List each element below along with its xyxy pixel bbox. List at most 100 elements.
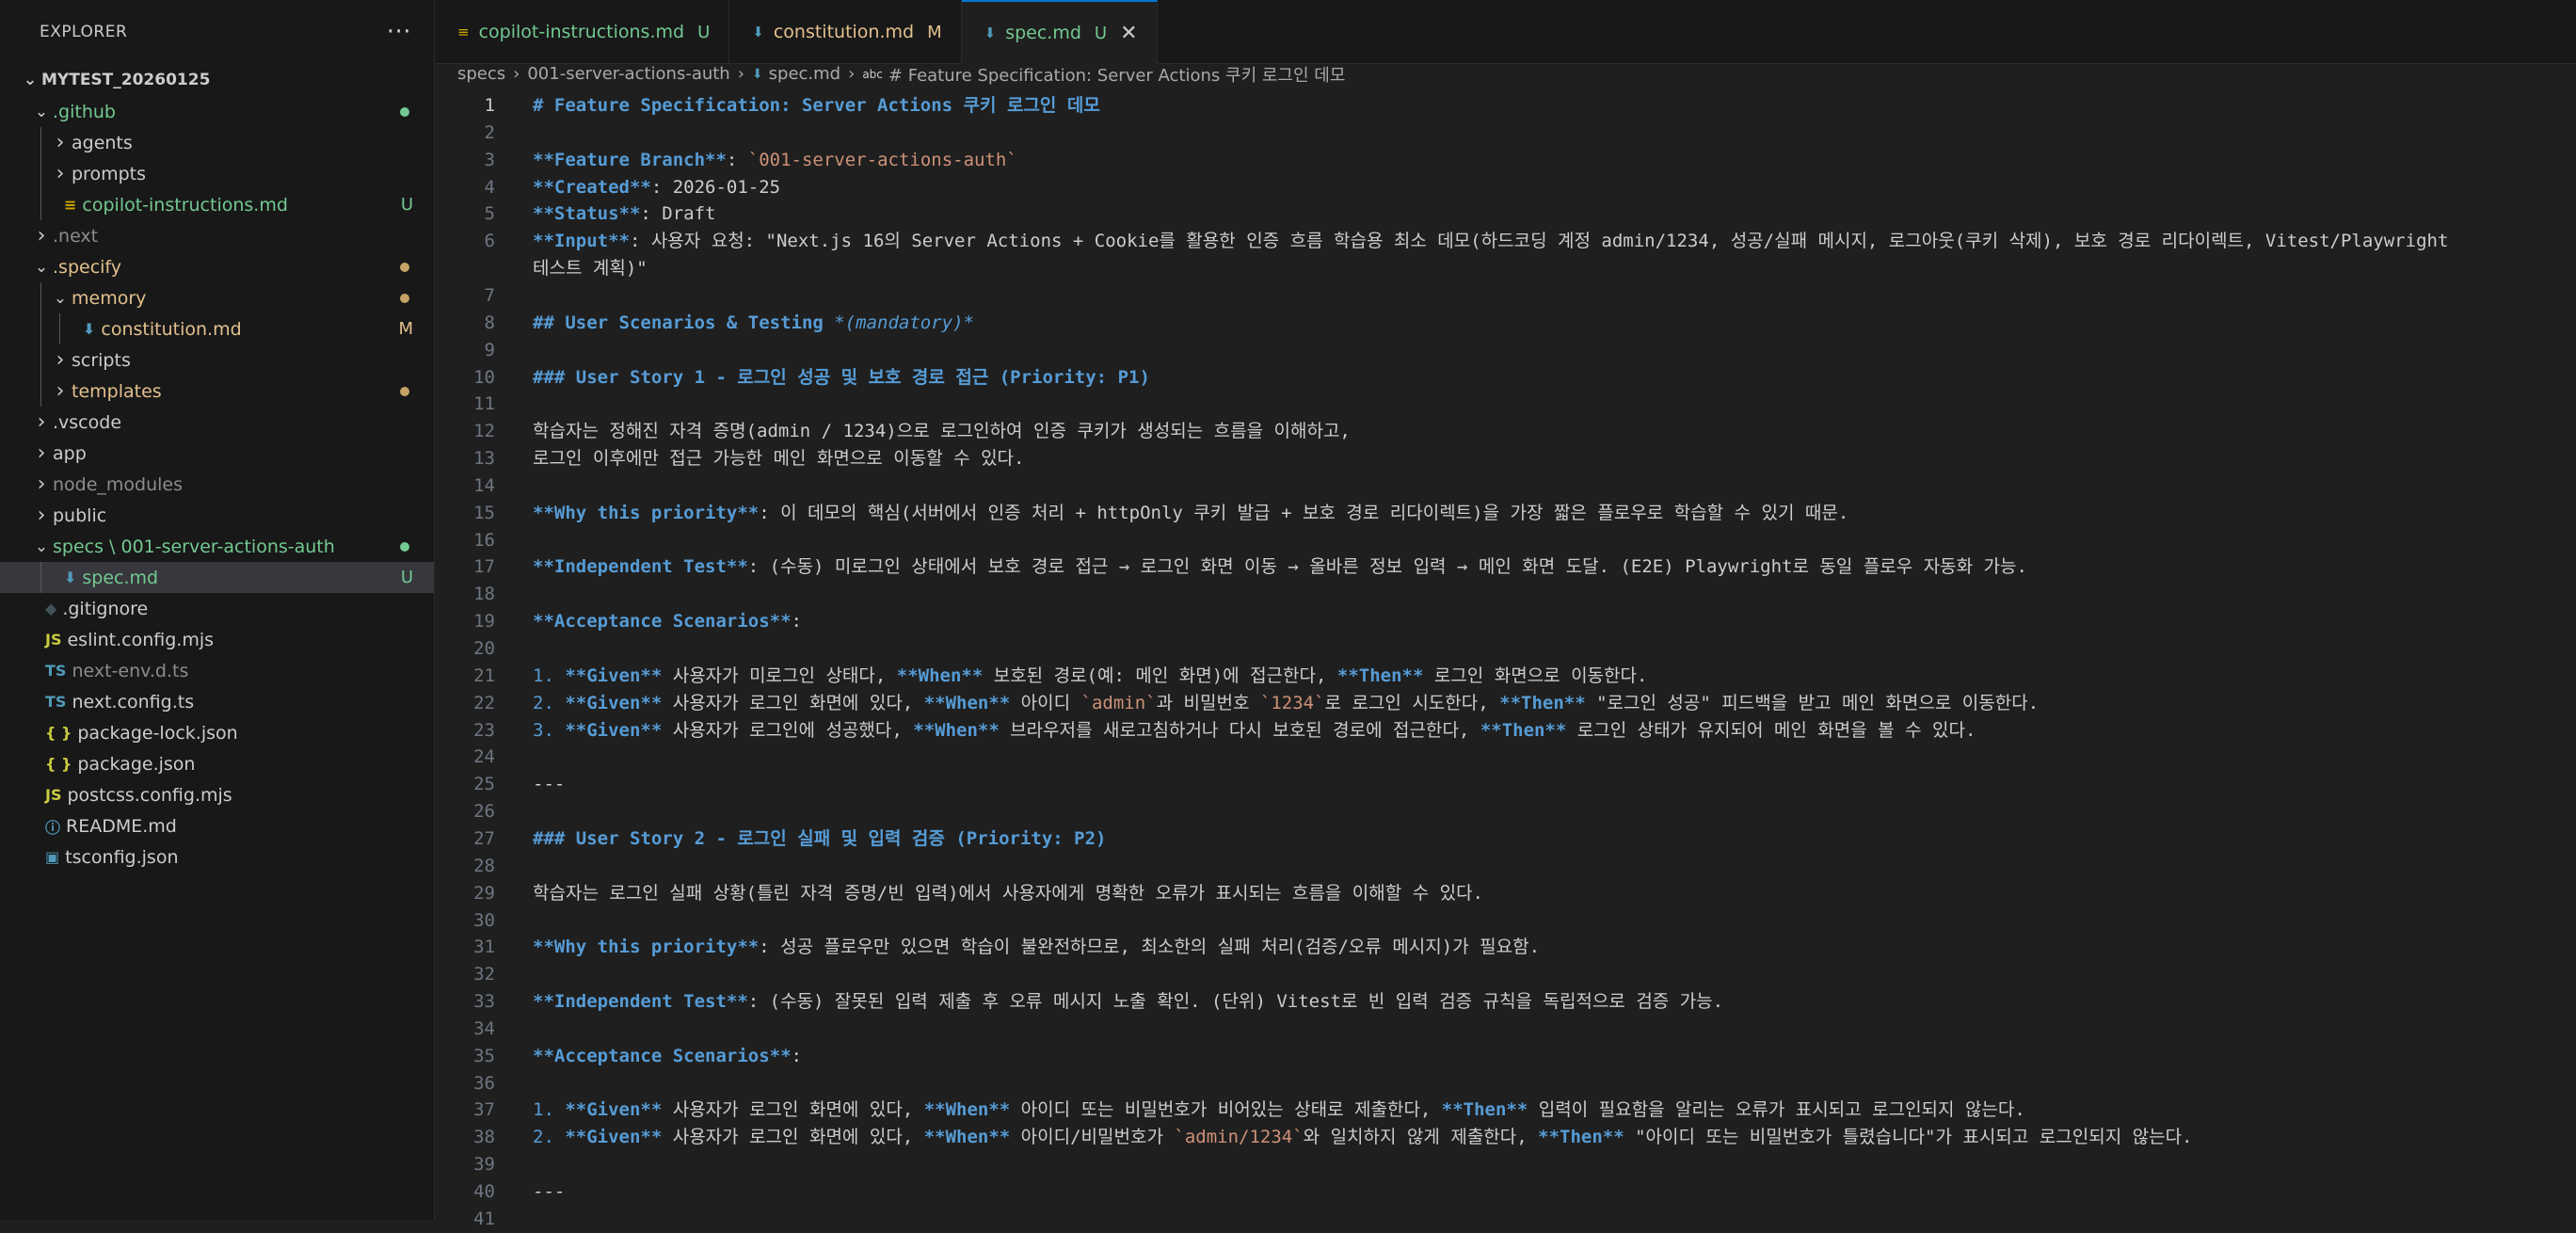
tab-spec-md[interactable]: ⬇ spec.md U ✕	[961, 0, 1158, 64]
tree-item[interactable]: TS next.config.ts	[0, 686, 434, 717]
git-status-dot	[400, 262, 409, 272]
code-token: 아이디 또는 비밀번호가 비어있는 상태로 제출한다,	[1010, 1099, 1442, 1121]
code-token: :	[726, 149, 748, 170]
code-line[interactable]: 29 학습자는 로그인 실패 상황(틀린 자격 증명/빈 입력)에서 사용자에게 …	[435, 880, 2576, 907]
code-line[interactable]: 23 3. **Given** 사용자가 로그인에 성공했다, **When** …	[435, 717, 2576, 745]
tree-item[interactable]: ⓘ README.md	[0, 810, 434, 841]
markdown-arrow-icon: ⬇	[752, 24, 764, 40]
tree-item-label: public	[53, 504, 107, 526]
tree-item[interactable]: { } package.json	[0, 748, 434, 779]
tab-constitution-md[interactable]: ⬇ constitution.md M	[729, 0, 962, 64]
breadcrumb-item[interactable]: # Feature Specification: Server Actions …	[888, 62, 1345, 87]
code-line[interactable]: 41	[435, 1206, 2576, 1233]
code-line[interactable]: 9	[435, 337, 2576, 364]
code-line[interactable]: 14	[435, 472, 2576, 500]
breadcrumb-item[interactable]: 001-server-actions-auth	[527, 64, 729, 84]
tab-copilot-instructions-md[interactable]: ≡ copilot-instructions.md U	[435, 0, 730, 64]
code-line[interactable]: 31 **Why this priority**: 성공 플로우만 있으면 학습이…	[435, 934, 2576, 961]
code-line[interactable]: 15 **Why this priority**: 이 데모의 핵심(서버에서 인…	[435, 500, 2576, 527]
tree-item[interactable]: ⌄ memory	[0, 282, 434, 313]
workspace-folder[interactable]: ⌄ MYTEST_20260125	[0, 64, 434, 96]
code-line[interactable]: 테스트 계획)"	[435, 255, 2576, 282]
line-number: 13	[473, 448, 495, 470]
code-line[interactable]: 13 로그인 이후에만 접근 가능한 메인 화면으로 이동할 수 있다.	[435, 445, 2576, 472]
tree-item[interactable]: › public	[0, 500, 434, 531]
code-line[interactable]: 19 **Acceptance Scenarios**:	[435, 608, 2576, 635]
code-line[interactable]: 30	[435, 907, 2576, 935]
tree-item[interactable]: › .next	[0, 220, 434, 251]
code-line[interactable]: 8 ## User Scenarios & Testing *(mandatory…	[435, 310, 2576, 337]
code-line[interactable]: 32	[435, 961, 2576, 988]
tree-item[interactable]: › .vscode	[0, 407, 434, 438]
code-line[interactable]: 22 2. **Given** 사용자가 로그인 화면에 있다, **When**…	[435, 690, 2576, 717]
code-line[interactable]: 36	[435, 1070, 2576, 1097]
code-line[interactable]: 25 ---	[435, 771, 2576, 798]
code-line[interactable]: 27 ### User Story 2 - 로그인 실패 및 입력 검증 (Pri…	[435, 825, 2576, 853]
tree-item-label: app	[53, 442, 87, 464]
code-line[interactable]: 5 **Status**: Draft	[435, 200, 2576, 228]
tree-item[interactable]: ◆ .gitignore	[0, 593, 434, 624]
code-line[interactable]: 12 학습자는 정해진 자격 증명(admin / 1234)으로 로그인하여 인…	[435, 418, 2576, 445]
code-line[interactable]: 7	[435, 282, 2576, 310]
tree-item[interactable]: JS postcss.config.mjs	[0, 779, 434, 810]
line-number: 41	[473, 1208, 495, 1229]
code-line[interactable]: 39	[435, 1151, 2576, 1178]
tree-item[interactable]: ⌄ specs \ 001-server-actions-auth	[0, 531, 434, 562]
code-line[interactable]: 16	[435, 527, 2576, 554]
tree-item[interactable]: JS eslint.config.mjs	[0, 624, 434, 655]
code-line[interactable]: 33 **Independent Test**: (수동) 잘못된 입력 제출 후…	[435, 988, 2576, 1016]
code-line[interactable]: 26	[435, 798, 2576, 825]
breadcrumb-item[interactable]: specs	[457, 64, 505, 84]
code-line[interactable]: 24	[435, 744, 2576, 771]
line-text: ## User Scenarios & Testing *(mandatory)…	[533, 310, 974, 337]
tree-item[interactable]: › prompts	[0, 158, 434, 189]
code-line[interactable]: 3 **Feature Branch**: `001-server-actions…	[435, 147, 2576, 174]
code-token: **Independent Test**	[533, 556, 748, 578]
more-actions-icon[interactable]: ···	[387, 18, 411, 46]
code-line[interactable]: 2	[435, 120, 2576, 147]
typescript-icon: TS	[45, 693, 67, 711]
tree-item[interactable]: › node_modules	[0, 469, 434, 500]
tree-item[interactable]: › app	[0, 438, 434, 469]
tree-item[interactable]: { } package-lock.json	[0, 717, 434, 748]
tree-item[interactable]: › agents	[0, 127, 434, 158]
code-line[interactable]: 34	[435, 1016, 2576, 1043]
code-line[interactable]: 4 **Created**: 2026-01-25	[435, 174, 2576, 201]
code-line[interactable]: 11	[435, 391, 2576, 418]
code-line[interactable]: 28	[435, 853, 2576, 880]
code-line[interactable]: 20	[435, 635, 2576, 663]
code-token: **Why this priority**	[533, 502, 760, 523]
tree-item[interactable]: ⬇ spec.md U	[0, 562, 434, 593]
symbol-string-icon: abc	[862, 67, 883, 81]
tree-item[interactable]: ≡ copilot-instructions.md U	[0, 189, 434, 220]
code-token: **Created**	[533, 176, 651, 198]
code-line[interactable]: 40 ---	[435, 1178, 2576, 1206]
code-line[interactable]: 6 **Input**: 사용자 요청: "Next.js 16의 Server …	[435, 228, 2576, 255]
code-line[interactable]: 21 1. **Given** 사용자가 미로그인 상태다, **When** 보…	[435, 663, 2576, 690]
breadcrumb-item[interactable]: spec.md	[769, 64, 840, 84]
git-status-dot	[400, 293, 409, 303]
close-icon[interactable]: ✕	[1120, 22, 1137, 45]
code-line[interactable]: 35 **Acceptance Scenarios**:	[435, 1043, 2576, 1070]
tree-item[interactable]: ⌄ .specify	[0, 251, 434, 282]
tree-item[interactable]: › scripts	[0, 344, 434, 376]
chevron-right-icon: ›	[37, 504, 46, 527]
line-number: 40	[473, 1181, 495, 1202]
tree-item[interactable]: › templates	[0, 376, 434, 407]
code-line[interactable]: 37 1. **Given** 사용자가 로그인 화면에 있다, **When**…	[435, 1097, 2576, 1124]
markdown-arrow-icon: ⬇	[83, 320, 96, 338]
editor-content[interactable]: 1 # Feature Specification: Server Actions…	[435, 85, 2576, 1229]
code-line[interactable]: 1 # Feature Specification: Server Actions…	[435, 92, 2576, 120]
line-text: ---	[533, 771, 565, 798]
code-line[interactable]: 10 ### User Story 1 - 로그인 성공 및 보호 경로 접근 (…	[435, 364, 2576, 392]
tree-item[interactable]: ▣ tsconfig.json	[0, 841, 434, 873]
code-line[interactable]: 17 **Independent Test**: (수동) 미로그인 상태에서 보…	[435, 553, 2576, 581]
tree-item[interactable]: ⌄ .github	[0, 96, 434, 127]
code-line[interactable]: 18	[435, 581, 2576, 608]
tree-item[interactable]: TS next-env.d.ts	[0, 655, 434, 686]
code-token: :	[791, 611, 802, 633]
line-text: **Independent Test**: (수동) 미로그인 상태에서 보호 …	[533, 553, 2027, 581]
line-number: 37	[473, 1099, 495, 1121]
tree-item[interactable]: ⬇ constitution.md M	[0, 313, 434, 344]
code-line[interactable]: 38 2. **Given** 사용자가 로그인 화면에 있다, **When**…	[435, 1124, 2576, 1151]
